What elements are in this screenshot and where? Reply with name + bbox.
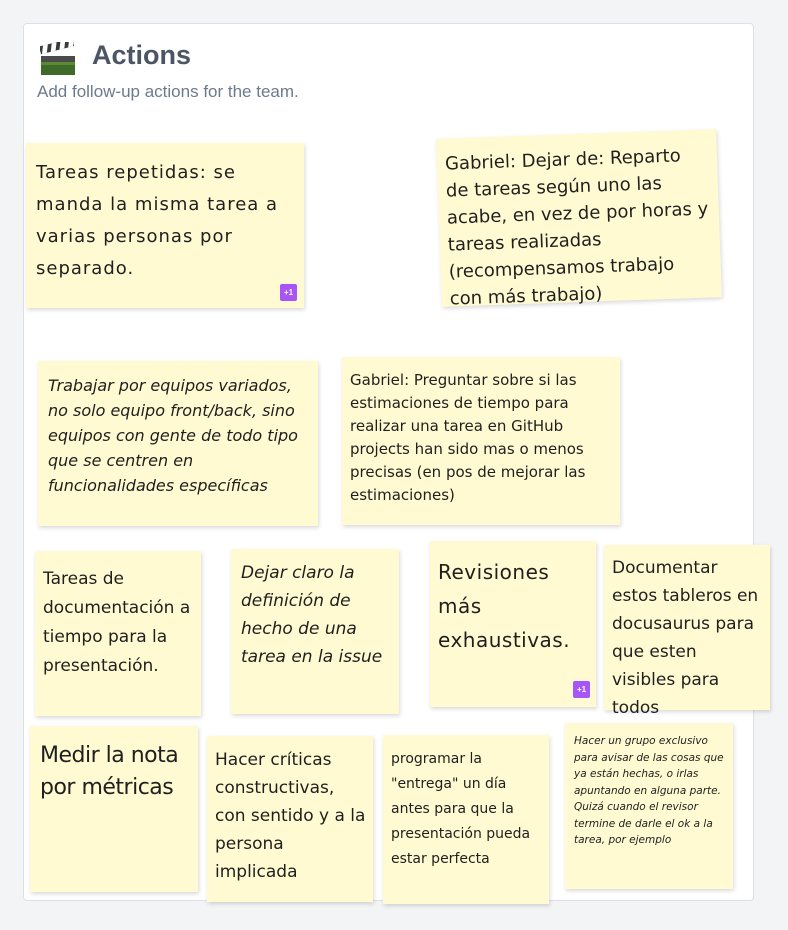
sticky-note[interactable]: Gabriel: Dejar de: Reparto de tareas seg… xyxy=(436,129,722,310)
sticky-note[interactable]: Revisiones más exhaustivas. +1 xyxy=(430,541,596,707)
sticky-note-text: Tareas repetidas: se manda la misma tare… xyxy=(36,162,279,279)
sticky-note[interactable]: Hacer un grupo exclusivo para avisar de … xyxy=(565,723,733,889)
sticky-note[interactable]: Trabajar por equipos variados, no solo e… xyxy=(38,361,318,526)
sticky-note[interactable]: Hacer críticas constructivas, con sentid… xyxy=(207,736,373,902)
sticky-note-text: programar la "entrega" un día antes para… xyxy=(391,751,531,867)
clapperboard-icon xyxy=(40,42,75,75)
sticky-note-text: Hacer críticas constructivas, con sentid… xyxy=(215,750,366,882)
sticky-note-text: Dejar claro la definición de hecho de un… xyxy=(241,563,383,667)
vote-badge[interactable]: +1 xyxy=(573,681,590,698)
sticky-note-text: Tareas de documentación a tiempo para la… xyxy=(43,569,191,676)
sticky-note-text: Revisiones más exhaustivas. xyxy=(438,560,571,652)
sticky-note[interactable]: Medir la nota por métricas xyxy=(30,726,198,892)
board-subtitle: Add follow-up actions for the team. xyxy=(37,82,299,101)
sticky-note[interactable]: Tareas repetidas: se manda la misma tare… xyxy=(26,143,304,308)
sticky-note-text: Documentar estos tableros en docusaurus … xyxy=(612,558,759,718)
sticky-note[interactable]: programar la "entrega" un día antes para… xyxy=(383,735,549,904)
sticky-note[interactable]: Gabriel: Preguntar sobre si las estimaci… xyxy=(342,357,620,525)
sticky-note-text: Hacer un grupo exclusivo para avisar de … xyxy=(574,735,724,846)
sticky-note-text: Gabriel: Preguntar sobre si las estimaci… xyxy=(350,371,586,504)
sticky-note-text: Medir la nota por métricas xyxy=(40,743,179,800)
vote-badge[interactable]: +1 xyxy=(280,284,297,301)
board-title: Actions xyxy=(92,40,192,70)
sticky-note-text: Trabajar por equipos variados, no solo e… xyxy=(48,376,298,495)
sticky-note-text: Gabriel: Dejar de: Reparto de tareas seg… xyxy=(444,145,709,310)
sticky-note[interactable]: Dejar claro la definición de hecho de un… xyxy=(231,549,399,714)
sticky-note[interactable]: Documentar estos tableros en docusaurus … xyxy=(604,545,770,718)
sticky-note[interactable]: Tareas de documentación a tiempo para la… xyxy=(35,551,201,716)
